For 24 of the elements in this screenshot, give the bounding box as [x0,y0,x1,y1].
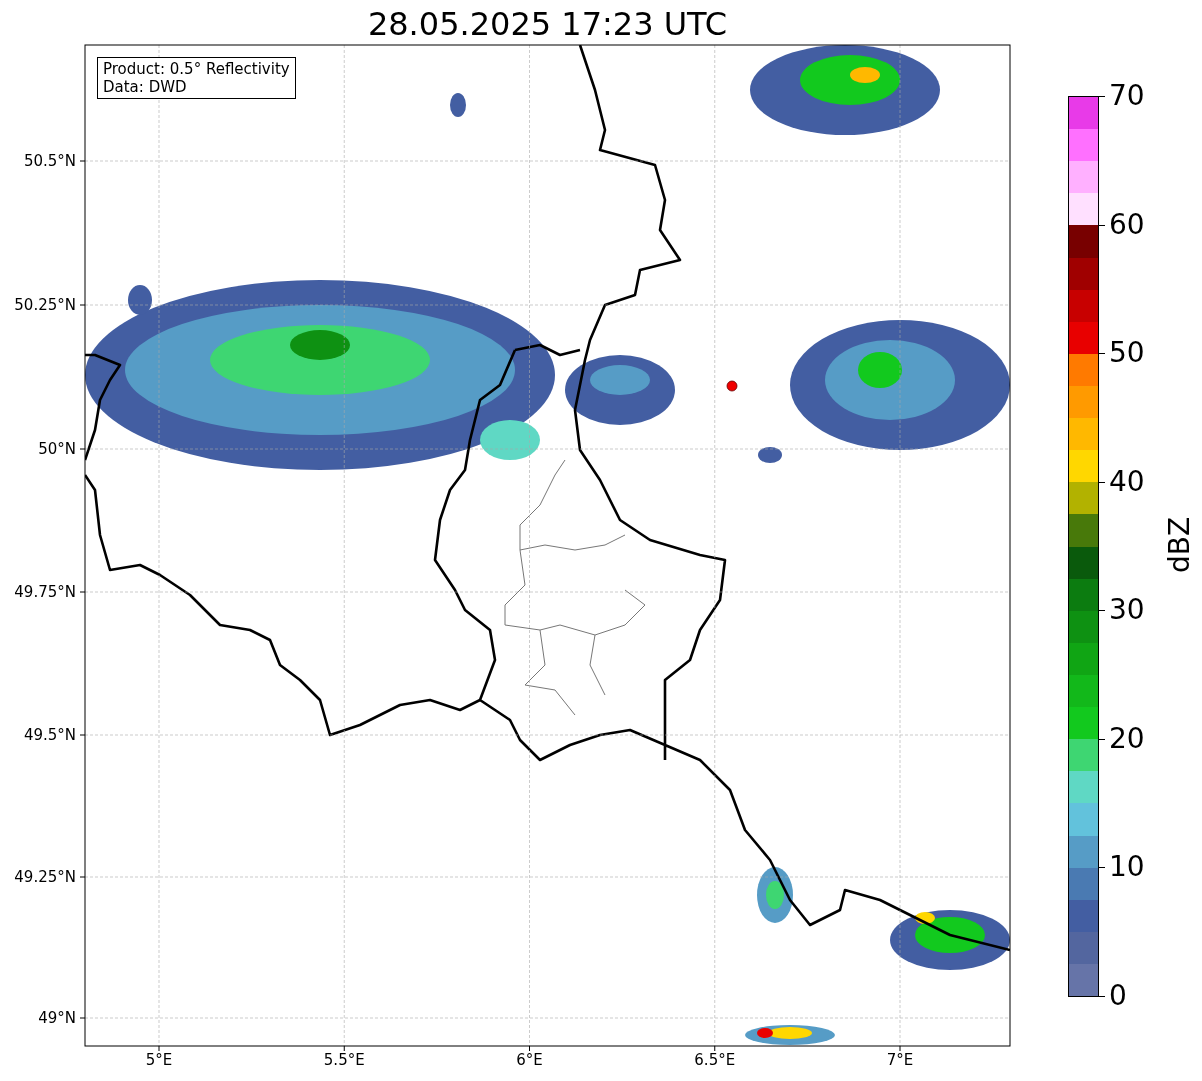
colorbar-tick-label: 60 [1109,208,1145,241]
colorbar-tick-label: 40 [1109,465,1145,498]
colorbar-label: dBZ [1164,516,1196,574]
axis-tick-label: 49.25°N [14,868,76,886]
axis-tick-label: 50.5°N [23,152,76,170]
axis-tick-label: 49.75°N [14,583,76,601]
colorbar-tick-label: 20 [1109,722,1145,755]
chart-title: 28.05.2025 17:23 UTC [366,4,729,44]
axis-tick-label: 49.5°N [23,726,76,744]
colorbar-tick-label: 50 [1109,337,1145,370]
axis-tick-label: 5°E [144,1051,174,1069]
colorbar-tick-label: 0 [1109,980,1127,1012]
colorbar-tick-label: 10 [1109,851,1145,884]
axis-tick-label: 6.5°E [693,1051,737,1069]
axis-tick-label: 7°E [885,1051,915,1069]
axis-tick-label: 50.25°N [14,296,76,314]
axis-tick-label: 49°N [38,1009,76,1027]
axis-tick-label: 50°N [38,440,76,458]
info-text: Product: 0.5° Reflectivity [103,60,290,78]
axis-tick-label: 6°E [515,1051,544,1069]
info-text: Data: DWD [103,78,188,96]
colorbar-tick-label: 70 [1109,80,1145,112]
colorbar-tick-label: 30 [1109,594,1145,627]
axis-tick-label: 5.5°E [322,1051,366,1069]
